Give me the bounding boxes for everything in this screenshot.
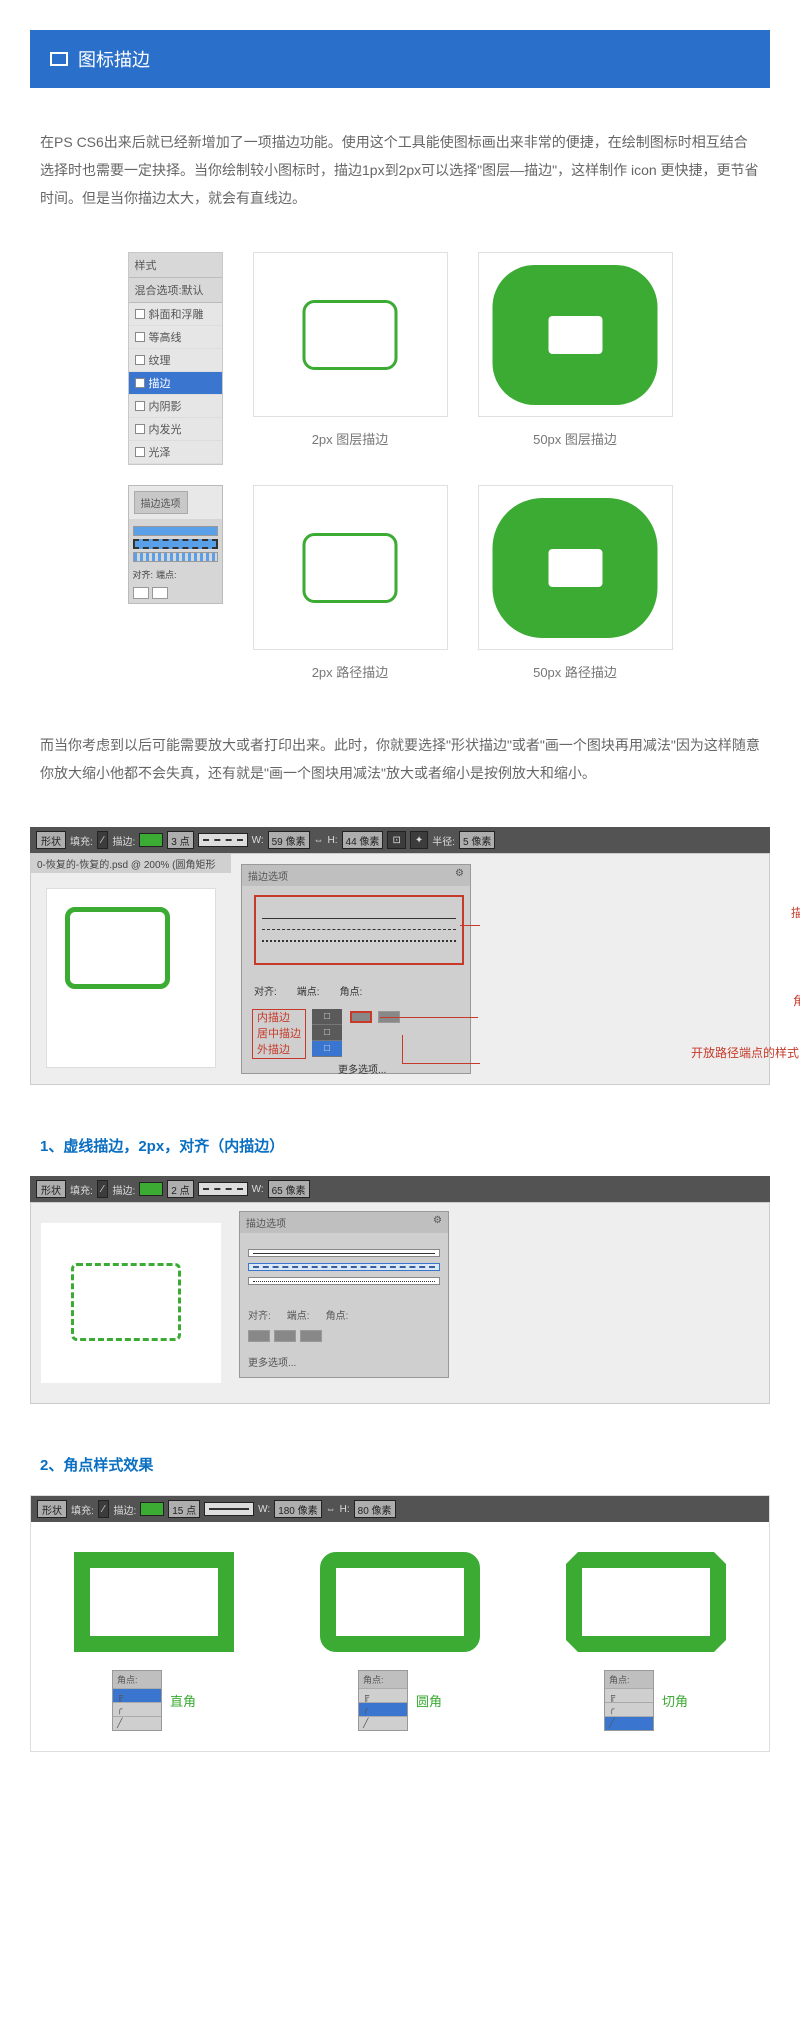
- align-position-labels: 内描边 居中描边 外描边: [252, 1009, 306, 1059]
- stroke-options-panel: 描边选项⚙ 对齐:端点:角点: 内描边 居中描边 外描边: [241, 864, 471, 1074]
- rect-icon: [50, 52, 68, 66]
- canvas-2: [41, 1223, 221, 1383]
- layer-style-panel: 样式 混合选项:默认 斜面和浮雕 等高线 纹理 描边 内阴影 内发光 光泽: [128, 252, 223, 465]
- align-icon-list[interactable]: □□□: [312, 1009, 342, 1057]
- gear-icon[interactable]: ⚙: [433, 1215, 442, 1230]
- style-item[interactable]: 内阴影: [129, 395, 222, 418]
- stroke-tab[interactable]: 描边选项: [134, 491, 188, 514]
- tb-fill[interactable]: ∕: [97, 831, 109, 849]
- style-item[interactable]: 斜面和浮雕: [129, 303, 222, 326]
- style-item-stroke[interactable]: 描边: [129, 372, 222, 395]
- page-title: 图标描边: [78, 46, 150, 72]
- tb-radius[interactable]: 5 像素: [459, 831, 495, 849]
- tb-width[interactable]: 59 像素: [268, 831, 310, 849]
- style-dot[interactable]: [248, 1277, 440, 1285]
- callout-corner-style: 角样式: [793, 992, 800, 1009]
- stroke-options-panel-2: 描边选项⚙ 对齐:端点:角点: 更多选项...: [239, 1211, 449, 1378]
- tb-stroke-swatch[interactable]: [139, 833, 163, 847]
- canvas-1: [46, 888, 216, 1068]
- corner-panel-bevel[interactable]: 角点: ╔╭╱: [604, 1670, 654, 1731]
- stroke-style-box: [254, 895, 464, 965]
- section-heading-1: 1、虚线描边，2px，对齐（内描边）: [30, 1125, 770, 1166]
- corner-miter: 角点: ╔╭╱ 直角: [74, 1552, 234, 1731]
- callout-stroke-style: 描边样式: [791, 904, 800, 921]
- path-stroke-panel: 描边选项 对齐:端点:: [128, 485, 223, 604]
- section-heading-2: 2、角点样式效果: [30, 1444, 770, 1485]
- figure-row-2: 描边选项 对齐:端点: 2px 路径描边 50px 路径描边: [30, 485, 770, 681]
- style-dash[interactable]: [248, 1263, 440, 1271]
- tb-height[interactable]: 44 像素: [342, 831, 384, 849]
- caption-1: 2px 图层描边: [312, 429, 389, 448]
- corner-bevel: 角点: ╔╭╱ 切角: [566, 1552, 726, 1731]
- doc-titlebar: 0-恢复的-恢复的.psd @ 200% (圆角矩形: [31, 854, 231, 873]
- figure-50px-layer: [478, 252, 673, 417]
- tb-size[interactable]: 3 点: [167, 831, 193, 849]
- page-header: 图标描边: [30, 30, 770, 88]
- more-options-button[interactable]: 更多选项...: [338, 1061, 386, 1076]
- tb-icon[interactable]: ✦: [410, 831, 428, 849]
- diagram-corner-styles: 形状 填充:∕ 描边: 15 点 W:180 像素 ⇔ H:80 像素 角点: …: [30, 1495, 770, 1752]
- caption-3: 2px 路径描边: [312, 662, 389, 681]
- diagram-stroke-options: 形状 填充:∕ 描边: 3 点 W:59 像素 ⇔ H:44 像素 ⊡ ✦ 半径…: [30, 827, 770, 1085]
- panel-head-2: 混合选项:默认: [129, 278, 222, 303]
- tb-type[interactable]: 形状: [36, 831, 66, 849]
- caption-4: 50px 路径描边: [533, 662, 617, 681]
- body-text-2: 而当你考虑到以后可能需要放大或者打印出来。此时，你就要选择"形状描边"或者"画一…: [30, 701, 770, 817]
- figure-2px-path: [253, 485, 448, 650]
- callout-cap-style: 开放路径端点的样式: [691, 1044, 799, 1061]
- tb-icon[interactable]: ⊡: [387, 831, 405, 849]
- diagram-dashed-stroke: 形状 填充:∕ 描边: 2 点 W:65 像素 描边选项⚙: [30, 1176, 770, 1404]
- more-options-button[interactable]: 更多选项...: [248, 1358, 296, 1369]
- corner-round: 角点: ╔╭╱ 圆角: [320, 1552, 480, 1731]
- style-item[interactable]: 等高线: [129, 326, 222, 349]
- style-item[interactable]: 光泽: [129, 441, 222, 464]
- figure-50px-path: [478, 485, 673, 650]
- style-item[interactable]: 内发光: [129, 418, 222, 441]
- options-bar-1: 形状 填充:∕ 描边: 3 点 W:59 像素 ⇔ H:44 像素 ⊡ ✦ 半径…: [30, 827, 770, 853]
- options-bar-3: 形状 填充:∕ 描边: 15 点 W:180 像素 ⇔ H:80 像素: [31, 1496, 769, 1522]
- caption-2: 50px 图层描边: [533, 429, 617, 448]
- figure-row-1: 样式 混合选项:默认 斜面和浮雕 等高线 纹理 描边 内阴影 内发光 光泽 2p…: [30, 252, 770, 465]
- figure-2px-layer: [253, 252, 448, 417]
- style-item[interactable]: 纹理: [129, 349, 222, 372]
- intro-text: 在PS CS6出来后就已经新增加了一项描边功能。使用这个工具能使图标画出来非常的…: [30, 88, 770, 232]
- gear-icon[interactable]: ⚙: [455, 868, 464, 883]
- style-solid[interactable]: [248, 1249, 440, 1257]
- options-bar-2: 形状 填充:∕ 描边: 2 点 W:65 像素: [30, 1176, 770, 1202]
- corner-panel-miter[interactable]: 角点: ╔╭╱: [112, 1670, 162, 1731]
- tb-dash[interactable]: [198, 833, 248, 847]
- corner-panel-round[interactable]: 角点: ╔╭╱: [358, 1670, 408, 1731]
- panel-head-1: 样式: [129, 253, 222, 278]
